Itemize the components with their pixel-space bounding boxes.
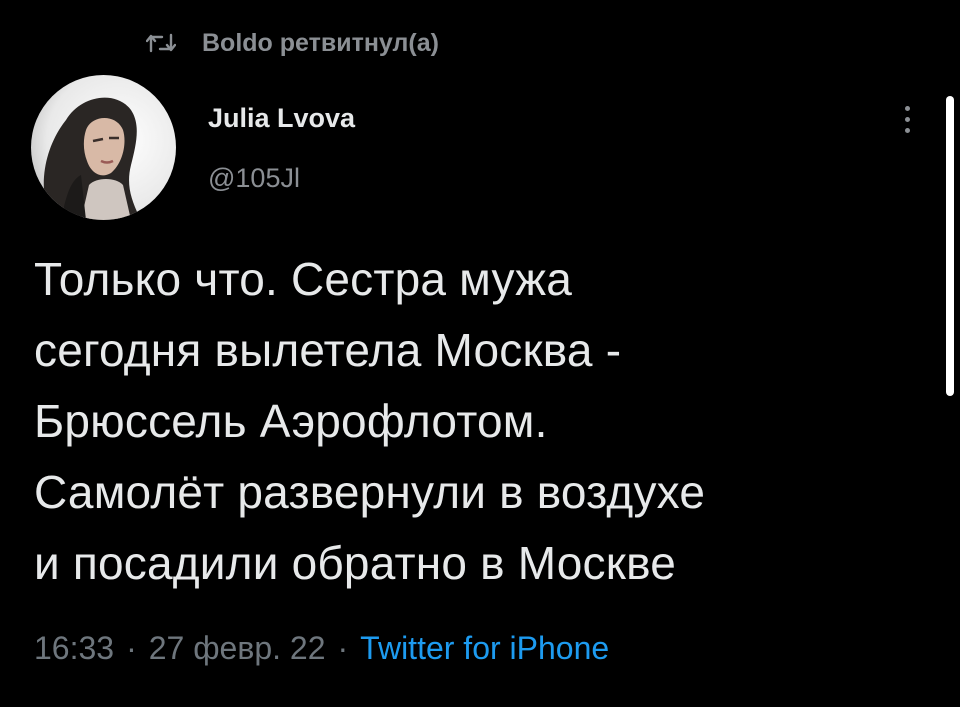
tweet-time[interactable]: 16:33: [34, 630, 114, 666]
more-options-button[interactable]: [890, 100, 924, 138]
tweet-line: Только что. Сестра мужа: [34, 253, 572, 305]
more-vertical-icon: [904, 127, 910, 133]
tweet-line: Брюссель Аэрофлотом.: [34, 395, 548, 447]
tweet-metadata: 16:33 · 27 февр. 22 · Twitter for iPhone: [34, 630, 609, 667]
author-name[interactable]: Julia Lvova: [208, 103, 355, 134]
tweet-line: и посадили обратно в Москве: [34, 537, 676, 589]
tweet-line: сегодня вылетела Москва -: [34, 324, 622, 376]
more-vertical-icon: [904, 105, 910, 111]
avatar[interactable]: [31, 75, 176, 220]
tweet-date[interactable]: 27 февр. 22: [149, 630, 326, 666]
retweet-icon: [145, 31, 177, 55]
tweet-text: Только что. Сестра мужа сегодня вылетела…: [34, 244, 914, 599]
scrollbar[interactable]: [946, 96, 954, 396]
retweet-label: Boldo ретвитнул(а): [202, 28, 439, 57]
tweet-source-link[interactable]: Twitter for iPhone: [360, 630, 609, 666]
meta-separator: ·: [337, 630, 349, 666]
more-vertical-icon: [904, 116, 910, 122]
author-handle[interactable]: @105Jl: [208, 163, 300, 194]
tweet-line: Самолёт развернули в воздухе: [34, 466, 706, 518]
meta-separator: ·: [126, 630, 137, 666]
retweet-context[interactable]: Boldo ретвитнул(а): [145, 26, 439, 60]
